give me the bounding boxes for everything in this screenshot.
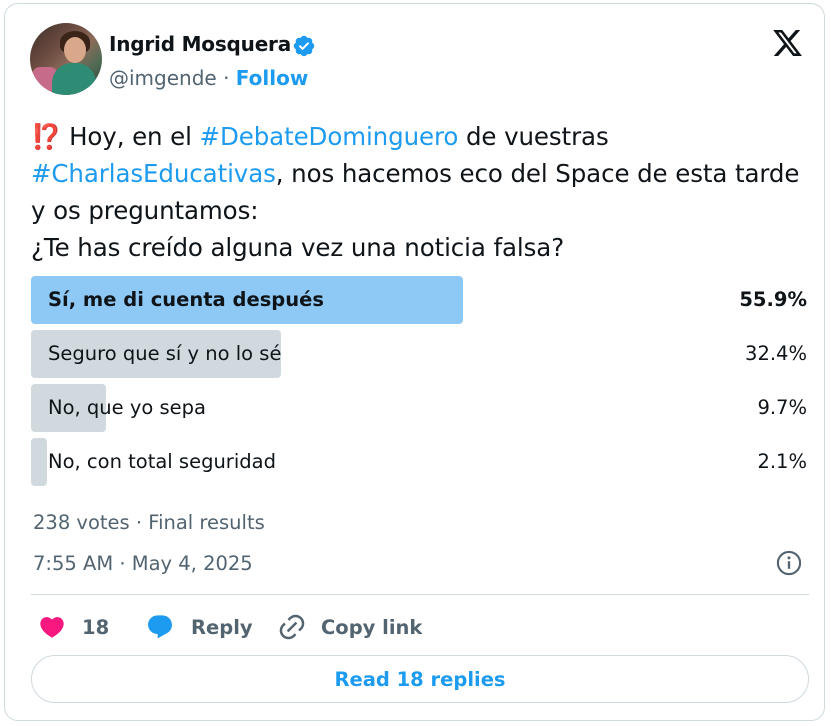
interrobang-emoji: ⁉️: [31, 122, 62, 151]
like-button[interactable]: 18: [38, 612, 109, 642]
reply-button[interactable]: Reply: [145, 612, 253, 642]
poll-option: No, que yo sepa 9.7%: [31, 384, 811, 432]
copy-link-button[interactable]: Copy link: [277, 612, 422, 642]
like-count: 18: [82, 615, 110, 639]
tweet-text: ⁉️ Hoy, en el #DebateDominguero de vuest…: [31, 118, 811, 266]
separator: ·: [223, 66, 230, 90]
author-name[interactable]: Ingrid Mosquera: [109, 32, 291, 56]
poll-option-percent: 32.4%: [745, 342, 807, 365]
poll-option-label: No, que yo sepa: [48, 396, 206, 419]
avatar[interactable]: [30, 23, 102, 95]
poll-option-bar: [31, 438, 47, 486]
poll-option-percent: 55.9%: [739, 288, 807, 311]
tweet-question: ¿Te has creído alguna vez una noticia fa…: [31, 233, 565, 262]
tweet-card: Ingrid Mosquera @imgende · Follow ⁉️ Hoy…: [4, 3, 825, 721]
info-icon[interactable]: [775, 549, 803, 577]
x-logo-icon[interactable]: [771, 27, 804, 59]
timestamp[interactable]: 7:55 AM · May 4, 2025: [33, 552, 253, 575]
divider: [31, 594, 809, 595]
poll-option-label: Sí, me di cuenta después: [48, 288, 324, 311]
heart-icon: [40, 617, 64, 638]
author-handle[interactable]: @imgende: [109, 66, 217, 90]
verified-badge-icon: [293, 35, 315, 57]
poll-summary: 238 votes · Final results: [33, 511, 265, 534]
reply-label: Reply: [191, 615, 253, 639]
poll-option: Sí, me di cuenta después 55.9%: [31, 276, 811, 324]
link-icon: [279, 614, 305, 640]
copy-link-label: Copy link: [321, 615, 423, 639]
poll-option-label: No, con total seguridad: [48, 450, 276, 473]
speech-bubble-icon: [148, 615, 172, 639]
hashtag-debate-dominguero[interactable]: #DebateDominguero: [200, 122, 459, 151]
handle-row: @imgende · Follow: [109, 66, 308, 90]
poll-option-label: Seguro que sí y no lo sé: [48, 342, 282, 365]
poll-option: Seguro que sí y no lo sé 32.4%: [31, 330, 811, 378]
follow-button[interactable]: Follow: [236, 66, 309, 90]
poll-option-percent: 2.1%: [757, 450, 807, 473]
poll-option: No, con total seguridad 2.1%: [31, 438, 811, 486]
tweet-text-part-1: Hoy, en el: [61, 122, 200, 151]
read-replies-button[interactable]: Read 18 replies: [31, 655, 809, 703]
poll-option-percent: 9.7%: [757, 396, 807, 419]
hashtag-charlas-educativas[interactable]: #CharlasEducativas: [31, 159, 276, 188]
tweet-text-part-2: de vuestras: [458, 122, 609, 151]
